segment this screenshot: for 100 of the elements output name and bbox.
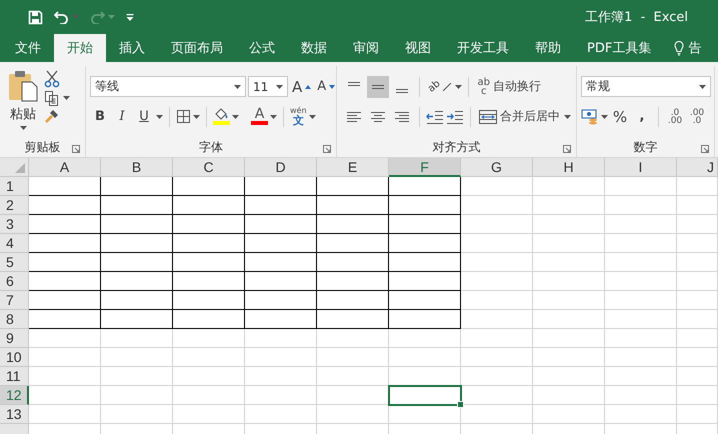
- grid-cell[interactable]: [29, 177, 101, 196]
- grid-cell[interactable]: [389, 272, 461, 291]
- grid-cell[interactable]: [29, 215, 101, 234]
- column-header[interactable]: D: [245, 158, 317, 177]
- undo-icon[interactable]: [54, 10, 69, 24]
- grid-cell[interactable]: [317, 234, 389, 253]
- underline-button[interactable]: U: [134, 106, 154, 128]
- grid-cell[interactable]: [101, 253, 173, 272]
- grid-cell[interactable]: [101, 196, 173, 215]
- ribbon-tab[interactable]: 审阅: [340, 34, 392, 62]
- ribbon-tab[interactable]: 公式: [236, 34, 288, 62]
- grid-cell[interactable]: [389, 196, 461, 215]
- grid-cell[interactable]: [317, 177, 389, 196]
- ribbon-tab[interactable]: 帮助: [522, 34, 574, 62]
- column-header[interactable]: J: [677, 158, 718, 177]
- grid-cell[interactable]: [101, 310, 173, 329]
- fill-handle[interactable]: [457, 401, 464, 408]
- row-header[interactable]: 1: [0, 177, 29, 196]
- row-header[interactable]: 13: [0, 405, 29, 424]
- column-header[interactable]: A: [29, 158, 101, 177]
- align-middle-button[interactable]: [367, 76, 389, 98]
- grid-cell[interactable]: [389, 215, 461, 234]
- caret-icon[interactable]: [270, 114, 277, 118]
- copy-icon[interactable]: [44, 90, 59, 106]
- caret-icon[interactable]: [601, 114, 608, 118]
- grid-cell[interactable]: [245, 215, 317, 234]
- ribbon-tab[interactable]: 页面布局: [158, 34, 236, 62]
- bold-button[interactable]: B: [90, 106, 110, 128]
- grid-cell[interactable]: [317, 272, 389, 291]
- grid-cell[interactable]: [101, 234, 173, 253]
- grid-cell[interactable]: [173, 272, 245, 291]
- caret-icon[interactable]: [156, 114, 163, 118]
- grid-cell[interactable]: [173, 177, 245, 196]
- caret-icon[interactable]: [232, 114, 239, 118]
- grid-cell[interactable]: [245, 310, 317, 329]
- grid-cell[interactable]: [245, 177, 317, 196]
- ribbon-tab[interactable]: 插入: [106, 34, 158, 62]
- column-header[interactable]: B: [101, 158, 173, 177]
- grid-cell[interactable]: [173, 215, 245, 234]
- grid-cell[interactable]: [101, 272, 173, 291]
- column-header[interactable]: H: [533, 158, 605, 177]
- caret-icon[interactable]: [234, 84, 241, 88]
- caret-icon[interactable]: [276, 84, 283, 88]
- font-color-button[interactable]: A: [251, 108, 268, 125]
- dialog-launcher-icon[interactable]: [563, 145, 571, 153]
- increase-decimal-button[interactable]: .0 .00: [665, 106, 685, 128]
- grid-cell[interactable]: [389, 310, 461, 329]
- grid-cell[interactable]: [389, 253, 461, 272]
- caret-icon[interactable]: [308, 114, 316, 118]
- merge-center-button[interactable]: 合并后居中: [477, 106, 562, 128]
- select-all-button[interactable]: [0, 158, 29, 177]
- caret-icon[interactable]: [699, 84, 706, 88]
- grid-cell[interactable]: [245, 234, 317, 253]
- dialog-launcher-icon[interactable]: [323, 145, 331, 153]
- font-size-field[interactable]: 11: [248, 76, 288, 97]
- grid-cell[interactable]: [29, 253, 101, 272]
- save-icon[interactable]: [28, 10, 43, 24]
- grid-cell[interactable]: [101, 215, 173, 234]
- row-header[interactable]: 11: [0, 367, 29, 386]
- grid-cell[interactable]: [101, 291, 173, 310]
- scissors-icon[interactable]: [44, 70, 60, 88]
- column-header[interactable]: E: [317, 158, 389, 177]
- row-header[interactable]: 12: [0, 386, 29, 405]
- lightbulb-icon[interactable]: [674, 40, 684, 56]
- fill-color-button[interactable]: [213, 108, 230, 125]
- dialog-launcher-icon[interactable]: [72, 145, 80, 153]
- grid-cell[interactable]: [389, 177, 461, 196]
- ribbon-tab[interactable]: 开始: [54, 34, 106, 62]
- borders-icon[interactable]: [176, 109, 191, 124]
- comma-button[interactable]: ,: [632, 106, 652, 128]
- grid-cell[interactable]: [245, 253, 317, 272]
- grid-cell[interactable]: [317, 196, 389, 215]
- row-header[interactable]: 2: [0, 196, 29, 215]
- column-header[interactable]: I: [605, 158, 677, 177]
- ribbon-tab[interactable]: 文件: [2, 34, 54, 62]
- grid-cell[interactable]: [29, 272, 101, 291]
- grid-cell[interactable]: [101, 177, 173, 196]
- caret-icon[interactable]: [564, 114, 571, 118]
- ribbon-tab[interactable]: 视图: [392, 34, 444, 62]
- row-header[interactable]: 3: [0, 215, 29, 234]
- caret-icon[interactable]: [193, 114, 200, 118]
- row-header[interactable]: 8: [0, 310, 29, 329]
- row-header[interactable]: 6: [0, 272, 29, 291]
- number-format-field[interactable]: 常规: [581, 76, 711, 97]
- grid-cell[interactable]: [173, 310, 245, 329]
- grid-cell[interactable]: [29, 234, 101, 253]
- decrease-decimal-button[interactable]: .00 .0: [687, 106, 707, 128]
- shrink-font-button[interactable]: A: [315, 76, 338, 98]
- dialog-launcher-icon[interactable]: [701, 145, 709, 153]
- italic-button[interactable]: I: [112, 106, 132, 128]
- decrease-indent-icon[interactable]: [426, 110, 444, 124]
- column-header[interactable]: F: [389, 158, 461, 177]
- increase-indent-icon[interactable]: [446, 110, 464, 124]
- grid-cell[interactable]: [317, 291, 389, 310]
- row-header[interactable]: 10: [0, 348, 29, 367]
- phonetic-button[interactable]: wén 文: [290, 107, 307, 126]
- column-header[interactable]: C: [173, 158, 245, 177]
- grid-cell[interactable]: [317, 253, 389, 272]
- grid-cell[interactable]: [317, 215, 389, 234]
- paste-button[interactable]: 粘贴: [0, 66, 44, 137]
